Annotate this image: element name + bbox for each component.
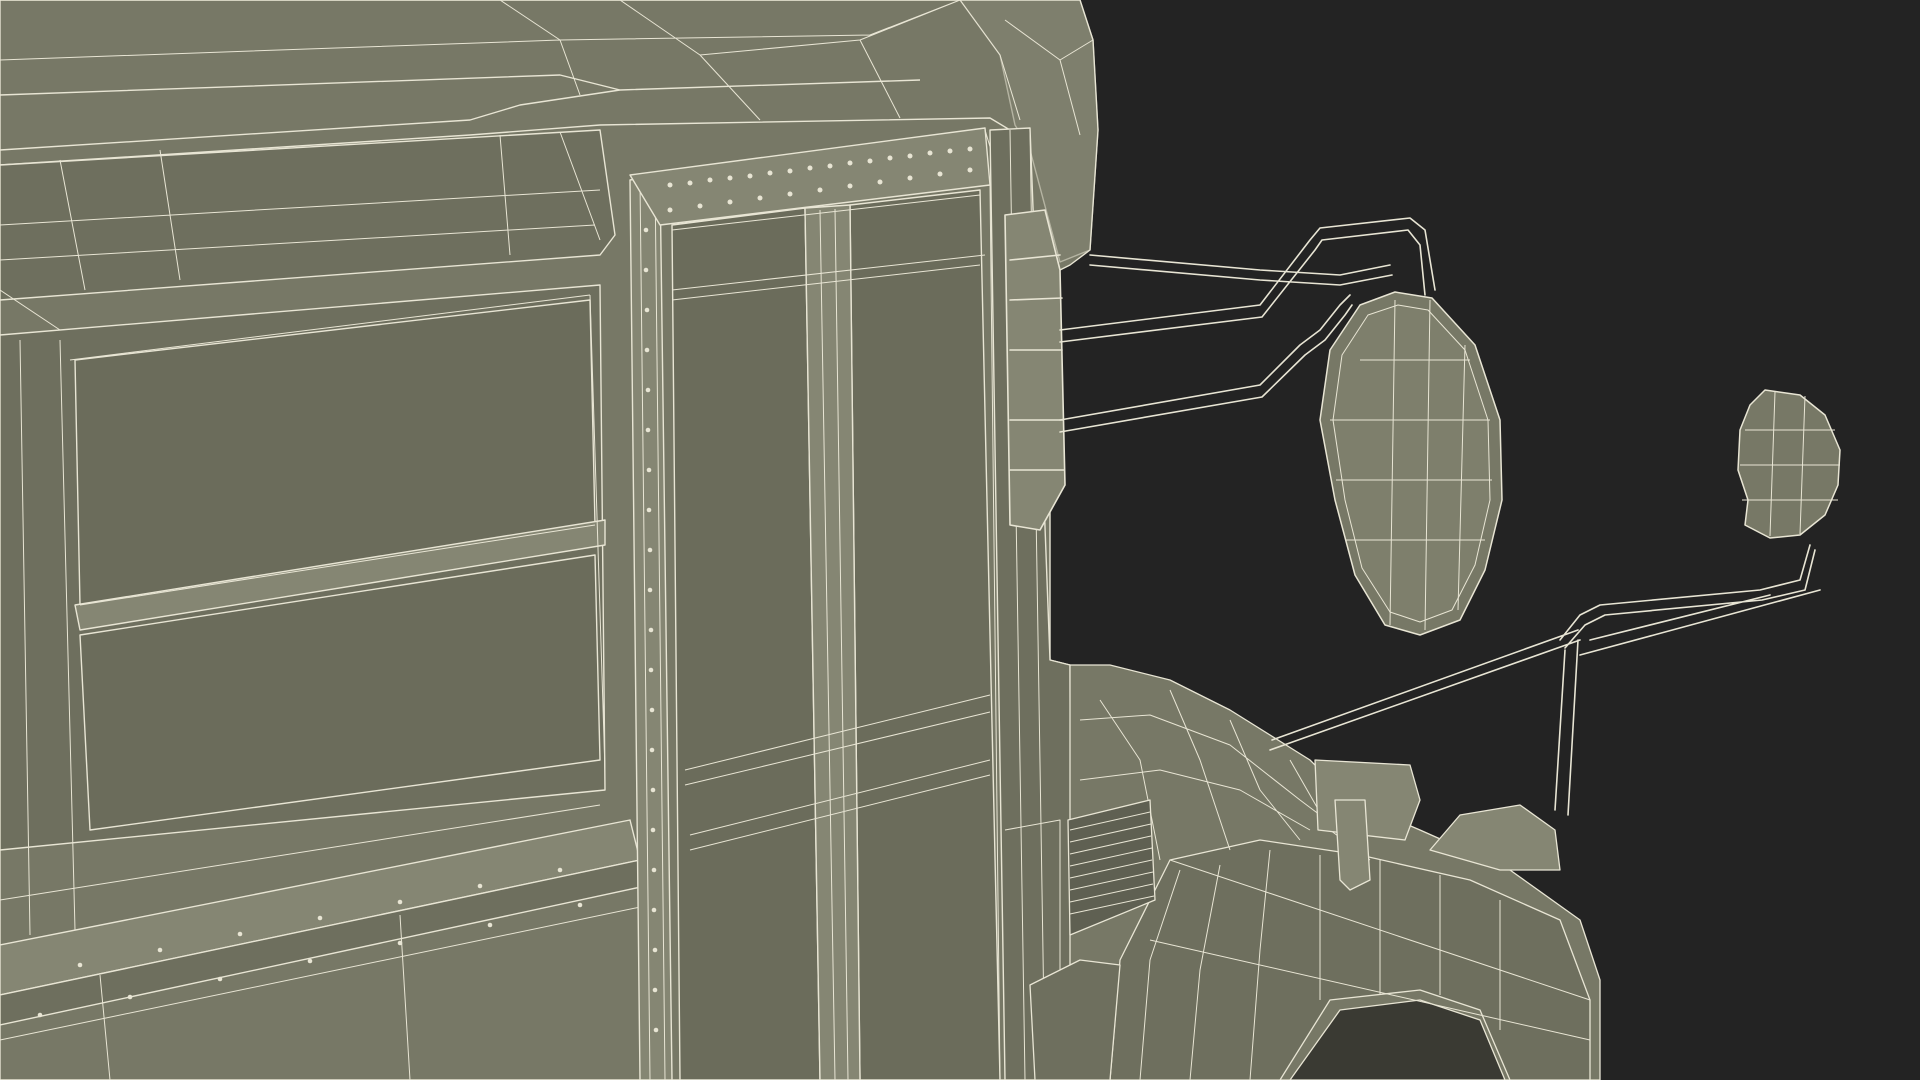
marker-light [1314, 759, 1421, 841]
front-panel-left [671, 207, 821, 1080]
marker-light-bracket [1334, 799, 1371, 891]
front-step [1029, 959, 1121, 1080]
bus-body [0, 0, 1099, 1080]
wireframe-render [0, 0, 1920, 1080]
front-panel-right [849, 189, 1001, 1080]
